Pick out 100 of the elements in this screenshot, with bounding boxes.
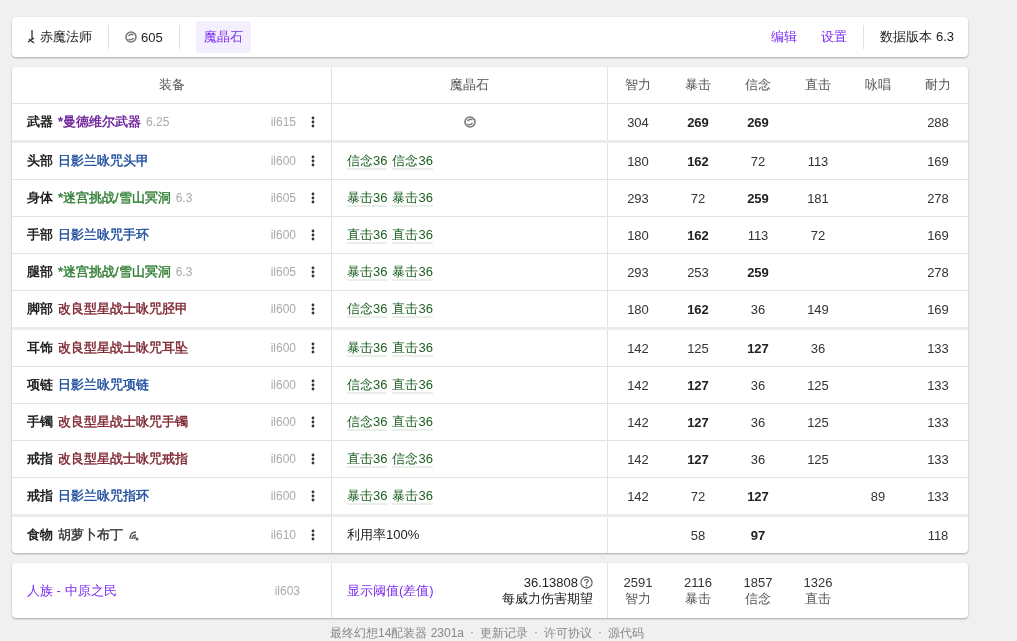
more-menu-icon[interactable] [311, 453, 315, 465]
stat-value: 269 [747, 114, 769, 130]
more-menu-icon[interactable] [311, 229, 315, 241]
slot-label: 手部 [27, 226, 53, 244]
more-menu-icon[interactable] [311, 116, 315, 128]
header-link[interactable]: 设置 [821, 28, 848, 46]
more-menu-icon[interactable] [311, 490, 315, 502]
stat-value: 113 [747, 227, 769, 243]
item-name[interactable]: *曼德维尔武器 [58, 113, 142, 131]
item-name[interactable]: 日影兰咏咒头甲 [58, 152, 149, 170]
item-level: 605 [141, 29, 163, 45]
materia-meld[interactable]: 信念36 [392, 152, 433, 170]
separator-dot: · [470, 625, 475, 641]
materia-meld[interactable]: 暴击36 [347, 189, 388, 207]
header-link[interactable]: 编辑 [771, 28, 798, 46]
more-menu-icon[interactable] [311, 192, 315, 204]
materia-meld[interactable]: 暴击36 [392, 263, 433, 281]
slot-label: 腿部 [27, 263, 53, 281]
stat-value: 180 [627, 153, 649, 169]
more-menu-icon[interactable] [311, 266, 315, 278]
separator-dot: · [598, 625, 603, 641]
stat-value: 72 [750, 153, 766, 169]
app-version: 最终幻想14配装器 2301a [329, 625, 465, 641]
materia-meld[interactable]: 暴击36 [347, 487, 388, 505]
materia-meld[interactable]: 信念36 [347, 300, 388, 318]
item-name[interactable]: 改良型星战士咏咒戒指 [58, 450, 188, 468]
materia-meld[interactable]: 信念36 [347, 413, 388, 431]
threshold-link[interactable]: 显示阈值(差值) [347, 581, 434, 600]
materia-meld[interactable]: 直击36 [347, 226, 388, 244]
materia-meld[interactable]: 直击36 [392, 300, 433, 318]
slot-label: 头部 [27, 152, 53, 170]
more-menu-icon[interactable] [311, 342, 315, 354]
stat-value: 259 [747, 264, 769, 280]
stat-value: 162 [687, 227, 709, 243]
item-name[interactable]: 胡萝卜布丁 [58, 526, 123, 544]
slot-label: 武器 [27, 113, 53, 131]
total-label: 直击 [805, 590, 831, 607]
materia-meld[interactable]: 暴击36 [347, 339, 388, 357]
stat-value: 72 [810, 227, 826, 243]
materia-meld[interactable]: 直击36 [392, 376, 433, 394]
item-name[interactable]: *迷宫挑战/雪山冥洞 [58, 189, 171, 207]
slot-label: 戒指 [27, 450, 53, 468]
stat-value: 142 [627, 340, 649, 356]
total-label: 智力 [625, 590, 651, 607]
help-icon[interactable] [580, 576, 593, 589]
more-menu-icon[interactable] [311, 529, 315, 541]
stat-value: 113 [807, 153, 829, 169]
stat-value: 36 [750, 451, 766, 467]
stat-value: 133 [927, 414, 949, 430]
materia-meld[interactable]: 直击36 [392, 226, 433, 244]
more-menu-icon[interactable] [311, 416, 315, 428]
item-level: il605 [270, 265, 296, 279]
tab[interactable]: 魔晶石 [195, 21, 251, 53]
item-name[interactable]: *迷宫挑战/雪山冥洞 [58, 263, 171, 281]
stat-value: 118 [927, 527, 949, 543]
materia-meld[interactable]: 直击36 [347, 450, 388, 468]
stat-value: 36 [810, 340, 826, 356]
slot-label: 食物 [27, 526, 53, 544]
slot-label: 脚部 [27, 300, 53, 318]
patch-version: 6.25 [146, 115, 170, 129]
patch-version: 6.3 [175, 191, 193, 205]
stat-value: 288 [927, 114, 949, 130]
item-level: il600 [270, 452, 296, 466]
column-header: 信念 [745, 76, 771, 94]
item-name[interactable]: 改良型星战士咏咒胫甲 [58, 300, 188, 318]
item-name[interactable]: 改良型星战士咏咒手镯 [58, 413, 188, 431]
materia-icon [463, 116, 476, 128]
stat-value: 278 [927, 190, 949, 206]
item-name[interactable]: 日影兰咏咒手环 [58, 226, 149, 244]
stat-value: 72 [690, 488, 706, 504]
materia-meld[interactable]: 直击36 [392, 339, 433, 357]
stat-value: 133 [927, 340, 949, 356]
stat-value: 180 [627, 301, 649, 317]
race-link[interactable]: 人族 - 中原之民 [27, 581, 117, 600]
materia-meld[interactable]: 信念36 [347, 152, 388, 170]
stat-value: 36 [750, 414, 766, 430]
item-name[interactable]: 改良型星战士咏咒耳坠 [58, 339, 188, 357]
patch-version: 6.3 [175, 265, 193, 279]
materia-meld[interactable]: 信念36 [347, 376, 388, 394]
item-level: il610 [270, 528, 296, 542]
materia-meld[interactable]: 暴击36 [392, 487, 433, 505]
item-level: il600 [270, 228, 296, 242]
more-menu-icon[interactable] [311, 303, 315, 315]
stat-value: 259 [747, 190, 769, 206]
item-name[interactable]: 日影兰咏咒指环 [58, 487, 149, 505]
item-name[interactable]: 日影兰咏咒项链 [58, 376, 149, 394]
materia-meld[interactable]: 暴击36 [392, 189, 433, 207]
more-menu-icon[interactable] [311, 155, 315, 167]
total-label: 暴击 [685, 590, 711, 607]
materia-meld[interactable]: 直击36 [392, 413, 433, 431]
materia-meld[interactable]: 信念36 [392, 450, 433, 468]
stat-value: 72 [690, 190, 706, 206]
item-level: il605 [270, 191, 296, 205]
stat-value: 127 [747, 488, 769, 504]
materia-meld[interactable]: 暴击36 [347, 263, 388, 281]
more-menu-icon[interactable] [311, 379, 315, 391]
stat-value: 127 [687, 377, 709, 393]
separator-dot: · [534, 625, 539, 641]
stat-value: 162 [687, 153, 709, 169]
stat-value: 269 [687, 114, 709, 130]
